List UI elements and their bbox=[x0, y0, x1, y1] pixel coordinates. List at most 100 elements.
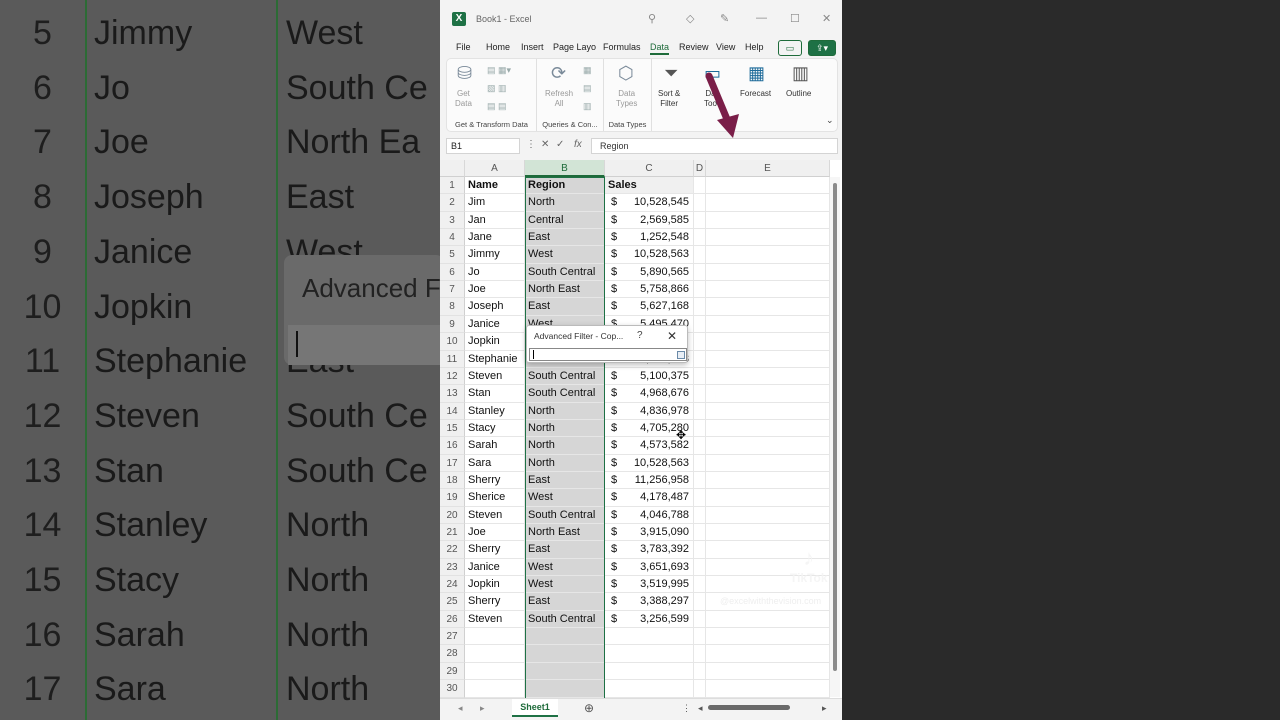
menu-review[interactable]: Review bbox=[679, 42, 709, 52]
prev-sheet-icon[interactable]: ◂ bbox=[458, 703, 463, 714]
vertical-scrollbar[interactable] bbox=[830, 177, 840, 697]
cell-region[interactable]: North bbox=[525, 194, 605, 212]
cell-d[interactable] bbox=[694, 315, 706, 334]
cell-sales[interactable] bbox=[605, 645, 694, 663]
cell-name[interactable]: Janice bbox=[465, 315, 525, 334]
cell-name[interactable]: Jopkin bbox=[465, 576, 525, 594]
cell-d[interactable] bbox=[694, 558, 706, 577]
cell-e[interactable] bbox=[706, 489, 830, 507]
horizontal-scroll-thumb[interactable] bbox=[708, 705, 790, 710]
cell-e[interactable] bbox=[706, 315, 830, 334]
sort-filter-button[interactable]: Sort & Filter bbox=[658, 89, 680, 109]
cell-region[interactable] bbox=[525, 662, 605, 681]
range-input[interactable] bbox=[529, 348, 687, 361]
cell-d[interactable] bbox=[694, 367, 706, 386]
cell-region[interactable]: East bbox=[525, 593, 605, 611]
cell-name[interactable] bbox=[465, 680, 525, 698]
column-header-e[interactable]: E bbox=[706, 160, 830, 177]
cell-name[interactable]: Steven bbox=[465, 506, 525, 525]
row-header[interactable]: 4 bbox=[440, 229, 465, 247]
properties-icon[interactable]: ▤ bbox=[583, 83, 592, 94]
cell-name[interactable]: Joseph bbox=[465, 298, 525, 316]
cell-region[interactable]: South Central bbox=[525, 263, 605, 282]
menu-view[interactable]: View bbox=[716, 42, 735, 52]
row-header[interactable]: 5 bbox=[440, 246, 465, 264]
cell-e[interactable] bbox=[706, 645, 830, 663]
scroll-right-icon[interactable]: ▸ bbox=[822, 703, 827, 714]
row-header[interactable]: 15 bbox=[440, 419, 465, 438]
cell-e[interactable] bbox=[706, 662, 830, 681]
cell-region[interactable]: West bbox=[525, 558, 605, 577]
row-header[interactable]: 30 bbox=[440, 680, 465, 698]
scroll-left-icon[interactable]: ◂ bbox=[698, 703, 703, 714]
cell-d[interactable] bbox=[694, 281, 706, 299]
cell-name[interactable]: Joe bbox=[465, 524, 525, 542]
cell-sales[interactable]: 3,783,392 bbox=[605, 541, 694, 559]
close-icon[interactable]: ✕ bbox=[822, 12, 831, 25]
cell-d[interactable] bbox=[694, 593, 706, 611]
cell-name[interactable]: Jim bbox=[465, 194, 525, 212]
cell-region[interactable] bbox=[525, 680, 605, 698]
diamond-icon[interactable]: ◇ bbox=[686, 12, 694, 25]
cell-sales[interactable]: 5,627,168 bbox=[605, 298, 694, 316]
more-icon[interactable]: ⋮ bbox=[526, 139, 536, 150]
cell-sales[interactable]: 5,100,375 bbox=[605, 367, 694, 386]
cell-name[interactable]: Sherry bbox=[465, 541, 525, 559]
cell-region[interactable]: South Central bbox=[525, 610, 605, 629]
row-header[interactable]: 19 bbox=[440, 489, 465, 507]
row-header[interactable]: 12 bbox=[440, 367, 465, 386]
cell-d[interactable] bbox=[694, 576, 706, 594]
cell-e[interactable] bbox=[706, 628, 830, 646]
cell-sales[interactable]: 4,836,978 bbox=[605, 402, 694, 420]
cell-d[interactable] bbox=[694, 419, 706, 438]
row-header[interactable]: 21 bbox=[440, 524, 465, 542]
database-icon[interactable]: ⛁ bbox=[457, 63, 472, 84]
insert-function-icon[interactable]: fx bbox=[574, 139, 582, 150]
help-button[interactable]: ? bbox=[637, 330, 643, 341]
cell-name[interactable]: Jo bbox=[465, 263, 525, 282]
cell-d[interactable] bbox=[694, 385, 706, 403]
name-box[interactable]: B1 bbox=[446, 138, 520, 154]
cell-d[interactable] bbox=[694, 489, 706, 507]
cell-sales[interactable]: 3,256,599 bbox=[605, 610, 694, 629]
cell-e[interactable] bbox=[706, 680, 830, 698]
enter-icon[interactable]: ✓ bbox=[556, 139, 564, 150]
cell-name[interactable]: Sherry bbox=[465, 471, 525, 490]
next-sheet-icon[interactable]: ▸ bbox=[480, 703, 485, 714]
cell-e[interactable] bbox=[706, 246, 830, 264]
menu-file[interactable]: File bbox=[456, 42, 471, 52]
cell-region[interactable]: North East bbox=[525, 524, 605, 542]
column-header-c[interactable]: C bbox=[605, 160, 694, 177]
cell-d[interactable] bbox=[694, 506, 706, 525]
get-data-button[interactable]: Get Data bbox=[455, 89, 472, 109]
cell-d[interactable] bbox=[694, 298, 706, 316]
cell-region[interactable] bbox=[525, 645, 605, 663]
cell-name[interactable] bbox=[465, 645, 525, 663]
cell-sales[interactable]: 5,890,565 bbox=[605, 263, 694, 282]
cell-d[interactable] bbox=[694, 437, 706, 455]
cell-e[interactable] bbox=[706, 229, 830, 247]
cell-sales[interactable]: 4,968,676 bbox=[605, 385, 694, 403]
cell-e[interactable] bbox=[706, 333, 830, 351]
row-header[interactable]: 11 bbox=[440, 350, 465, 368]
row-header[interactable]: 27 bbox=[440, 628, 465, 646]
collapse-ribbon-icon[interactable]: ⌄ bbox=[826, 115, 834, 126]
column-header-d[interactable]: D bbox=[694, 160, 706, 177]
cancel-icon[interactable]: ✕ bbox=[541, 139, 549, 150]
row-header[interactable]: 14 bbox=[440, 402, 465, 420]
refresh-all-button[interactable]: Refresh All bbox=[545, 89, 573, 109]
cell-name[interactable]: Steven bbox=[465, 610, 525, 629]
cell-d[interactable] bbox=[694, 177, 706, 195]
menu-help[interactable]: Help bbox=[745, 42, 764, 52]
cell-region[interactable]: North bbox=[525, 437, 605, 455]
row-header[interactable]: 20 bbox=[440, 506, 465, 525]
row-header[interactable]: 7 bbox=[440, 281, 465, 299]
column-header-a[interactable]: A bbox=[465, 160, 525, 177]
cell-d[interactable] bbox=[694, 680, 706, 698]
row-header[interactable]: 25 bbox=[440, 593, 465, 611]
cell-region[interactable]: West bbox=[525, 576, 605, 594]
menu-home[interactable]: Home bbox=[486, 42, 510, 52]
cell-sales[interactable] bbox=[605, 628, 694, 646]
cell-d[interactable] bbox=[694, 333, 706, 351]
cell-region[interactable]: North bbox=[525, 402, 605, 420]
